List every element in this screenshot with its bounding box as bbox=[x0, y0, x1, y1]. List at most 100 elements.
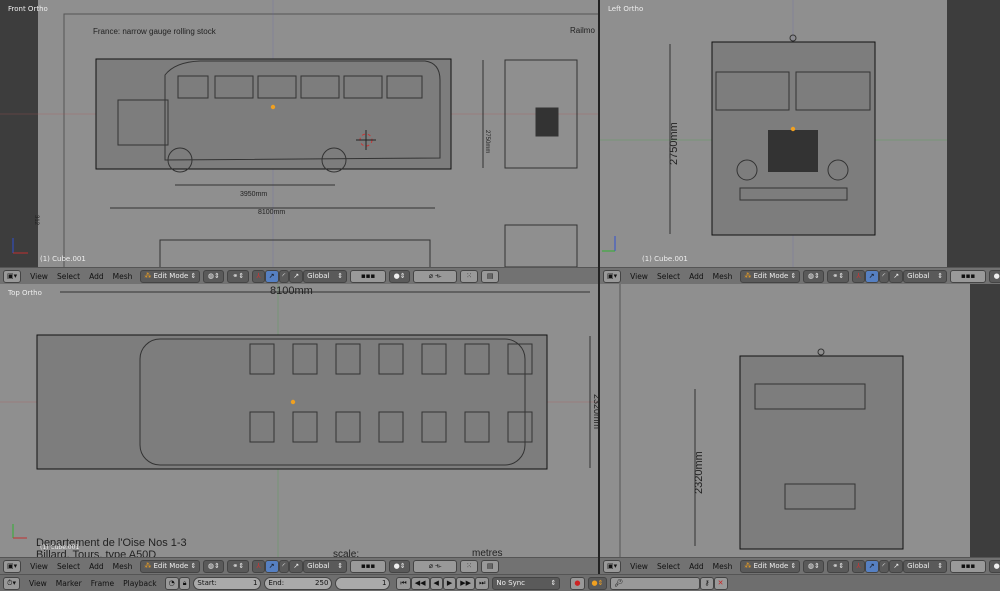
end-value: 250 bbox=[315, 579, 329, 587]
shading-dropdown[interactable]: ◍⇕ bbox=[203, 269, 225, 283]
play-reverse-button[interactable]: ◀ bbox=[429, 576, 443, 590]
origin-point[interactable] bbox=[270, 104, 276, 110]
snap-target-icon[interactable]: ⁙ bbox=[460, 269, 479, 283]
scale-manipulator-icon[interactable]: ↗ bbox=[289, 559, 304, 573]
menu-marker[interactable]: Marker bbox=[56, 579, 82, 588]
translate-manipulator-icon[interactable]: ↗ bbox=[264, 559, 279, 573]
menu-add[interactable]: Add bbox=[89, 562, 104, 571]
origin-point[interactable] bbox=[290, 399, 296, 405]
shading-dropdown[interactable]: ◍⇕ bbox=[803, 559, 825, 573]
sync-dropdown[interactable]: No Sync ⇕ bbox=[492, 576, 561, 590]
shading-dropdown[interactable]: ◍⇕ bbox=[803, 269, 825, 283]
menu-select[interactable]: Select bbox=[657, 272, 680, 281]
scale-manipulator-icon[interactable]: ↗ bbox=[889, 269, 904, 283]
editor-type-button[interactable]: ▣▾ bbox=[603, 559, 622, 573]
prev-keyframe-button[interactable]: ◀◀ bbox=[410, 576, 430, 590]
origin-point[interactable] bbox=[790, 126, 796, 132]
opengl-render-icon[interactable]: ▤ bbox=[481, 269, 500, 283]
translate-manipulator-icon[interactable]: ↗ bbox=[864, 559, 879, 573]
menu-select[interactable]: Select bbox=[57, 562, 80, 571]
front-blueprint-drawing: France: narrow gauge rolling stock Railm… bbox=[0, 0, 598, 267]
shading-dropdown[interactable]: ◍⇕ bbox=[203, 559, 225, 573]
menu-add[interactable]: Add bbox=[689, 272, 704, 281]
rotate-manipulator-icon[interactable]: ◜ bbox=[878, 559, 890, 573]
menu-view[interactable]: View bbox=[630, 272, 648, 281]
scale-manipulator-icon[interactable]: ↗ bbox=[289, 269, 304, 283]
menu-view[interactable]: View bbox=[630, 562, 648, 571]
menu-view[interactable]: View bbox=[30, 562, 48, 571]
pivot-dropdown[interactable]: ⚭⇕ bbox=[827, 559, 850, 573]
menu-add[interactable]: Add bbox=[89, 272, 104, 281]
rotate-manipulator-icon[interactable]: ◜ bbox=[278, 559, 290, 573]
menu-select[interactable]: Select bbox=[657, 562, 680, 571]
mode-dropdown[interactable]: ⁂ Edit Mode ⇕ bbox=[740, 559, 801, 573]
snap-buttons[interactable]: ⌀ ⟛ bbox=[413, 269, 458, 283]
menu-mesh[interactable]: Mesh bbox=[713, 562, 733, 571]
mode-dropdown[interactable]: ⁂ Edit Mode ⇕ bbox=[140, 559, 201, 573]
keying-dropdown[interactable]: ●⇕ bbox=[587, 576, 608, 590]
select-mode-buttons[interactable]: ▪▪▪ bbox=[350, 269, 387, 283]
current-frame-field[interactable]: 1 bbox=[335, 576, 391, 590]
timeline-header: ⏱▾ View Marker Frame Playback ◔ 🔒︎ Start… bbox=[0, 574, 1000, 591]
menu-add[interactable]: Add bbox=[689, 562, 704, 571]
translate-manipulator-icon[interactable]: ↗ bbox=[864, 269, 879, 283]
viewport-left-ortho[interactable]: 2750mm Left Ortho (1) Cube.001 bbox=[600, 0, 1000, 267]
viewport-top-ortho[interactable]: 8100mm 2320mm Departement de l'Oise Nos … bbox=[0, 284, 598, 557]
editor-type-button[interactable]: ▣▾ bbox=[3, 269, 22, 283]
menu-view[interactable]: View bbox=[30, 272, 48, 281]
orientation-dropdown[interactable]: Global ⇕ bbox=[903, 559, 948, 573]
menu-mesh[interactable]: Mesh bbox=[113, 562, 133, 571]
orientation-dropdown[interactable]: Global ⇕ bbox=[903, 269, 948, 283]
menu-select[interactable]: Select bbox=[57, 272, 80, 281]
next-keyframe-button[interactable]: ▶▶ bbox=[456, 576, 476, 590]
end-frame-field[interactable]: End: 250 bbox=[264, 576, 333, 590]
select-mode-buttons[interactable]: ▪▪▪ bbox=[950, 269, 987, 283]
mode-dropdown[interactable]: ⁂ Edit Mode ⇕ bbox=[740, 269, 801, 283]
insert-keyframe-button[interactable]: ⚷ bbox=[700, 576, 714, 590]
viewport-front-ortho[interactable]: France: narrow gauge rolling stock Railm… bbox=[0, 0, 598, 267]
pivot-dropdown[interactable]: ⚭⇕ bbox=[827, 269, 850, 283]
select-mode-buttons[interactable]: ▪▪▪ bbox=[950, 559, 987, 573]
menu-mesh[interactable]: Mesh bbox=[113, 272, 133, 281]
select-mode-buttons[interactable]: ▪▪▪ bbox=[350, 559, 387, 573]
rotate-manipulator-icon[interactable]: ◜ bbox=[278, 269, 290, 283]
rotate-manipulator-icon[interactable]: ◜ bbox=[878, 269, 890, 283]
jump-start-button[interactable]: ⏮ bbox=[396, 576, 411, 590]
delete-keyframe-button[interactable]: ✕ bbox=[713, 576, 728, 590]
snap-target-icon[interactable]: ⁙ bbox=[460, 559, 479, 573]
proportional-edit-dropdown[interactable]: ●⇕ bbox=[989, 559, 1000, 573]
manipulator-toggle[interactable]: ⅄ bbox=[852, 269, 865, 283]
opengl-render-icon[interactable]: ▤ bbox=[481, 559, 500, 573]
lock-icon[interactable]: 🔒︎ bbox=[178, 576, 191, 590]
editor-type-button[interactable]: ⏱▾ bbox=[3, 576, 20, 590]
manipulator-toggle[interactable]: ⅄ bbox=[252, 559, 265, 573]
menu-playback[interactable]: Playback bbox=[123, 579, 156, 588]
record-button[interactable]: ● bbox=[570, 576, 585, 590]
jump-end-button[interactable]: ⏭ bbox=[475, 576, 490, 590]
translate-manipulator-icon[interactable]: ↗ bbox=[264, 269, 279, 283]
pivot-dropdown[interactable]: ⚭⇕ bbox=[227, 559, 250, 573]
viewport-rear-ortho[interactable]: 2320mm bbox=[600, 284, 1000, 557]
start-frame-field[interactable]: Start: 1 bbox=[193, 576, 262, 590]
orientation-dropdown[interactable]: Global ⇕ bbox=[303, 269, 348, 283]
keying-set-field[interactable]: 🔑︎ bbox=[610, 576, 701, 590]
menu-mesh[interactable]: Mesh bbox=[713, 272, 733, 281]
editor-type-button[interactable]: ▣▾ bbox=[3, 559, 22, 573]
menu-frame[interactable]: Frame bbox=[91, 579, 114, 588]
proportional-edit-dropdown[interactable]: ●⇕ bbox=[389, 559, 411, 573]
preview-range-button[interactable]: ◔ bbox=[164, 576, 179, 590]
manipulator-toggle[interactable]: ⅄ bbox=[852, 559, 865, 573]
orientation-dropdown[interactable]: Global ⇕ bbox=[303, 559, 348, 573]
snap-buttons[interactable]: ⌀ ⟛ bbox=[413, 559, 458, 573]
manipulator-toggle[interactable]: ⅄ bbox=[252, 269, 265, 283]
pivot-dropdown[interactable]: ⚭⇕ bbox=[227, 269, 250, 283]
editor-type-button[interactable]: ▣▾ bbox=[603, 269, 622, 283]
play-button[interactable]: ▶ bbox=[442, 576, 457, 590]
proportional-edit-dropdown[interactable]: ●⇕ bbox=[989, 269, 1000, 283]
menu-view[interactable]: View bbox=[29, 579, 47, 588]
area-split-vertical[interactable] bbox=[598, 0, 600, 574]
scale-manipulator-icon[interactable]: ↗ bbox=[889, 559, 904, 573]
mode-dropdown[interactable]: ⁂ Edit Mode ⇕ bbox=[140, 269, 201, 283]
blueprint-title: France: narrow gauge rolling stock bbox=[93, 27, 217, 36]
proportional-edit-dropdown[interactable]: ●⇕ bbox=[389, 269, 411, 283]
